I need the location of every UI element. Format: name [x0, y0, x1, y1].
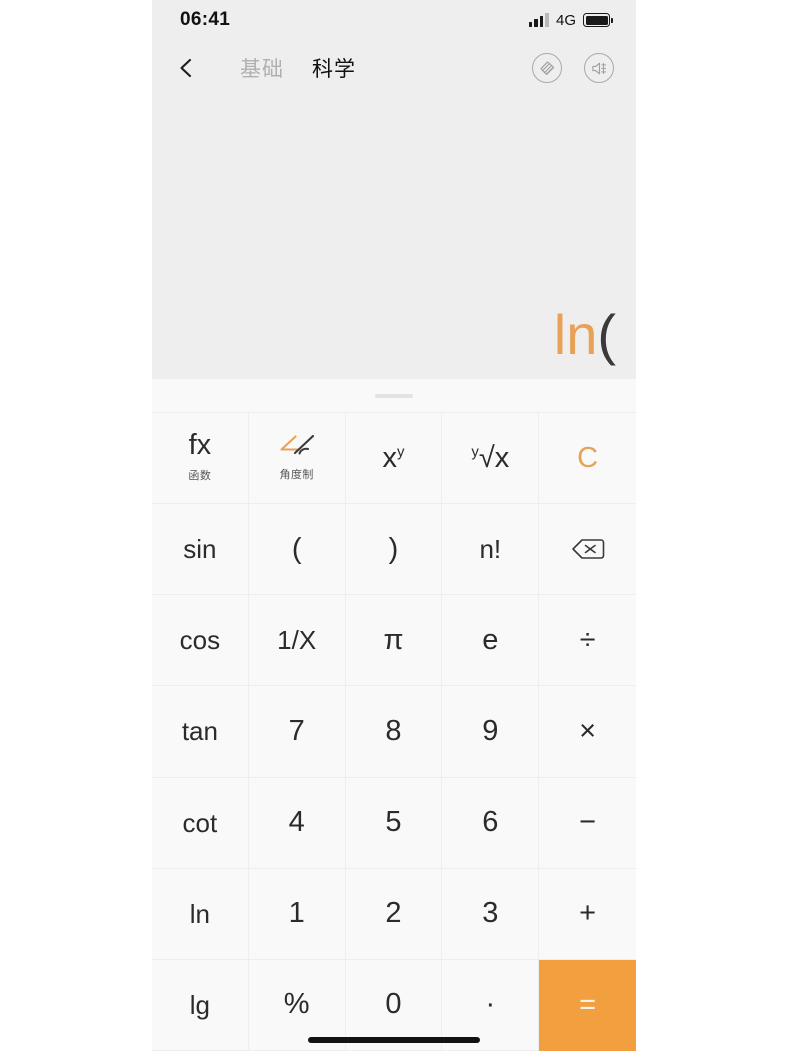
- key-label: 3: [482, 897, 499, 930]
- key-lg[interactable]: lg: [152, 959, 249, 1051]
- network-type-label: 4G: [555, 11, 576, 29]
- key-label: ·: [485, 988, 496, 1021]
- key-label: 7: [288, 714, 305, 747]
- keypad-panel: fx 函数 角度制 xy y√x C sin () n! cos 1/X π …: [152, 379, 636, 1051]
- key-label: ): [388, 532, 399, 565]
- status-indicators: 4G: [528, 11, 613, 29]
- key-cos[interactable]: cos: [152, 595, 249, 687]
- key-9[interactable]: 9: [442, 686, 540, 778]
- key-sublabel: 角度制: [279, 468, 314, 481]
- key-label: −: [579, 806, 597, 839]
- key-label: 1: [288, 897, 305, 930]
- key-label: n!: [479, 534, 502, 565]
- key-multiply[interactable]: ×: [539, 686, 636, 778]
- key-label: 9: [482, 714, 499, 747]
- key-label: 8: [385, 714, 402, 747]
- keypad-drag-handle[interactable]: [152, 379, 636, 412]
- key-3[interactable]: 3: [442, 868, 540, 960]
- status-time: 06:41: [180, 9, 231, 30]
- key-power[interactable]: xy: [345, 413, 443, 505]
- key-label: fx: [188, 429, 212, 462]
- key-4[interactable]: 4: [248, 777, 346, 869]
- key-label: xy: [382, 441, 405, 474]
- back-arrow-icon[interactable]: [176, 53, 206, 83]
- key-label: lg: [189, 989, 211, 1020]
- key-label: 4: [288, 806, 305, 839]
- key-label: 2: [385, 897, 402, 930]
- key-2[interactable]: 2: [345, 868, 443, 960]
- key-sublabel: 函数: [188, 470, 212, 483]
- key-pi[interactable]: π: [345, 595, 443, 687]
- key-fx[interactable]: fx 函数: [152, 413, 249, 505]
- key-nth-root[interactable]: y√x: [442, 413, 540, 505]
- key-tan[interactable]: tan: [152, 686, 249, 778]
- key-reciprocal[interactable]: 1/X: [248, 595, 346, 687]
- keypad-grid: fx 函数 角度制 xy y√x C sin () n! cos 1/X π …: [152, 412, 636, 1051]
- expression-text: ln(: [553, 303, 616, 367]
- key-label: ln: [189, 898, 211, 929]
- key-ln[interactable]: ln: [152, 868, 249, 960]
- nav-actions: [532, 53, 614, 83]
- nav-bar: 基础 科学: [152, 40, 636, 96]
- angle-icon: [275, 433, 319, 459]
- key-label: sin: [183, 534, 217, 565]
- key-label: 5: [385, 806, 402, 839]
- key-label: y√x: [471, 441, 510, 474]
- key-backspace[interactable]: [539, 504, 636, 596]
- key-cot[interactable]: cot: [152, 777, 249, 869]
- key-plus[interactable]: +: [539, 868, 636, 960]
- key-factorial[interactable]: n!: [442, 504, 540, 596]
- key-divide[interactable]: ÷: [539, 595, 636, 687]
- tab-scientific[interactable]: 科学: [312, 53, 356, 83]
- home-indicator: [308, 1037, 480, 1043]
- key-open-paren[interactable]: (: [248, 504, 346, 596]
- calculator-display[interactable]: ln(: [152, 96, 636, 379]
- key-sin[interactable]: sin: [152, 504, 249, 596]
- key-label: ÷: [579, 623, 596, 656]
- key-label: C: [577, 441, 599, 474]
- key-label: tan: [181, 716, 218, 747]
- key-6[interactable]: 6: [442, 777, 540, 869]
- phone-screen: 06:41 4G 基础 科学 ln(fx 函数 角度制 xy y√x C si…: [152, 0, 636, 1051]
- backspace-icon: [571, 537, 605, 561]
- sound-off-icon[interactable]: [584, 53, 614, 83]
- key-minus[interactable]: −: [539, 777, 636, 869]
- theme-skin-icon[interactable]: [532, 53, 562, 83]
- key-clear[interactable]: C: [539, 413, 636, 505]
- key-label: (: [291, 532, 302, 565]
- key-label: +: [579, 897, 597, 930]
- signal-bars-icon: [528, 13, 549, 27]
- key-1[interactable]: 1: [248, 868, 346, 960]
- key-8[interactable]: 8: [345, 686, 443, 778]
- key-label: 0: [385, 988, 402, 1021]
- key-label: %: [283, 988, 310, 1021]
- key-5[interactable]: 5: [345, 777, 443, 869]
- key-label: 1/X: [277, 625, 317, 656]
- key-angle-mode[interactable]: 角度制: [248, 413, 346, 505]
- expression-function: ln: [553, 303, 598, 367]
- key-label: cot: [182, 807, 218, 838]
- screenshot-root: 06:41 4G 基础 科学 ln(fx 函数 角度制 xy y√x C si…: [0, 0, 788, 1051]
- tab-basic[interactable]: 基础: [240, 53, 284, 83]
- key-7[interactable]: 7: [248, 686, 346, 778]
- key-e[interactable]: e: [442, 595, 540, 687]
- key-equals[interactable]: =: [539, 959, 636, 1051]
- key-label: 6: [482, 806, 499, 839]
- battery-full-icon: [583, 13, 613, 27]
- key-close-paren[interactable]: ): [345, 504, 443, 596]
- key-label: π: [383, 623, 404, 656]
- expression-paren: (: [597, 303, 616, 367]
- key-label: ×: [579, 714, 597, 747]
- mode-tabs: 基础 科学: [240, 53, 356, 83]
- key-label: cos: [179, 625, 221, 656]
- key-label: =: [579, 988, 597, 1021]
- key-label: e: [482, 623, 499, 656]
- status-bar: 06:41 4G: [152, 0, 636, 40]
